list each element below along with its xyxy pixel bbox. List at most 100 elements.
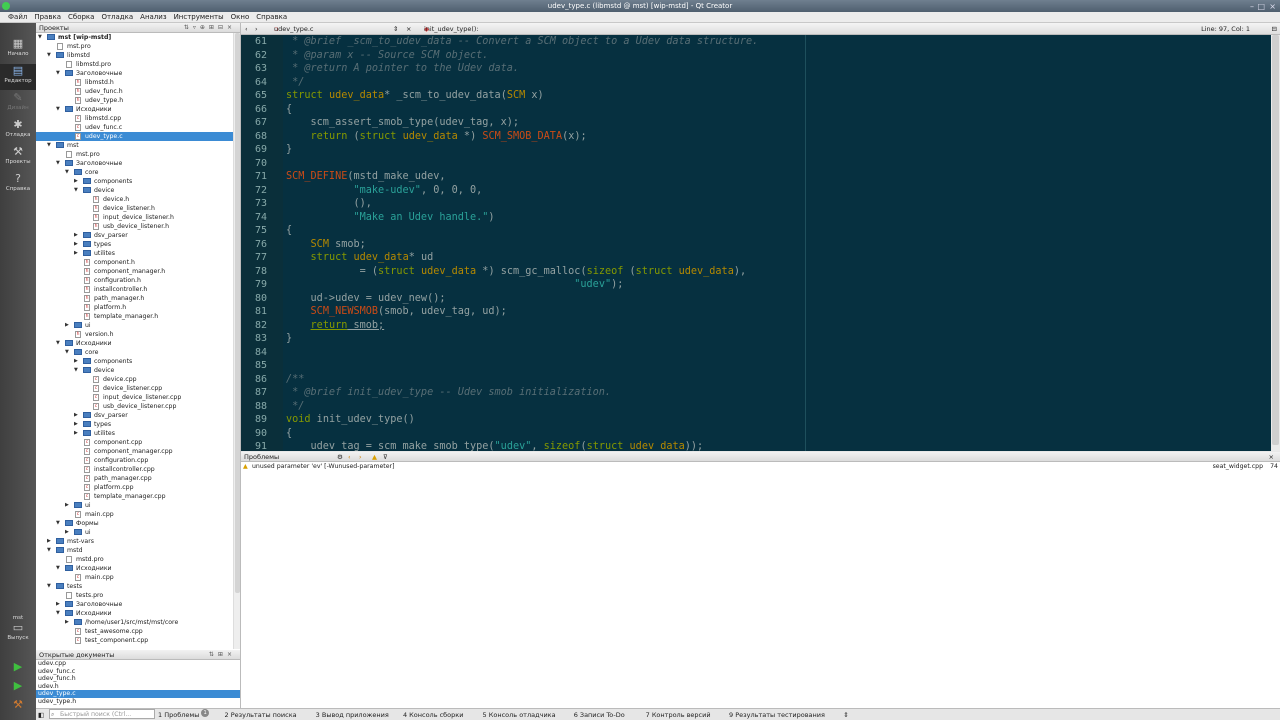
tree-item[interactable]: ▼ Исходники — [36, 564, 233, 573]
tree-item[interactable]: ▶ ui — [36, 501, 233, 510]
menu-item[interactable]: Инструменты — [172, 12, 229, 22]
expand-arrow-icon[interactable]: ▼ — [74, 366, 78, 375]
code-line[interactable]: return smob; — [286, 320, 385, 331]
tree-item[interactable]: ▼ Исходники — [36, 105, 233, 114]
expand-arrow-icon[interactable]: ▼ — [47, 546, 51, 555]
open-document-item[interactable]: udev_func.h — [36, 675, 240, 683]
code-line[interactable]: SCM smob; — [286, 239, 366, 250]
output-pane-tab[interactable]: 6 Записи To-Do — [574, 709, 625, 720]
tree-item[interactable]: h path_manager.h — [36, 294, 233, 303]
code-line[interactable]: void init_udev_type() — [286, 414, 415, 425]
code-line[interactable]: "make-udev", 0, 0, 0, — [286, 185, 482, 196]
code-line[interactable]: "udev"); — [286, 279, 623, 290]
output-pane-tab[interactable]: 2 Результаты поиска — [225, 709, 297, 720]
kit-selector[interactable]: mst ▭ Выпуск — [0, 615, 36, 649]
build-button[interactable]: ⚒ — [9, 698, 27, 714]
sidebar-toggle-icon[interactable]: ◧ — [38, 709, 44, 720]
collapse-arrow-icon[interactable]: ▶ — [65, 501, 69, 510]
code-line[interactable]: = (struct udev_data *) scm_gc_malloc(siz… — [286, 266, 747, 277]
expand-arrow-icon[interactable]: ▼ — [38, 33, 42, 42]
code-line[interactable]: { — [286, 428, 292, 439]
locator-search-input[interactable]: ⌕ Быстрый поиск (Ctrl... — [49, 709, 155, 719]
code-line[interactable]: */ — [286, 401, 304, 412]
tree-item[interactable]: c main.cpp — [36, 573, 233, 582]
output-pane-tab[interactable]: 4 Консоль сборки — [403, 709, 464, 720]
next-icon[interactable]: › — [359, 452, 362, 462]
expand-arrow-icon[interactable]: ▼ — [56, 105, 60, 114]
tree-item[interactable]: ▼ core — [36, 348, 233, 357]
tree-item[interactable]: h platform.h — [36, 303, 233, 312]
tree-item[interactable]: ▶ /home/user1/src/mst/mst/core — [36, 618, 233, 627]
tree-item[interactable]: c component_manager.cpp — [36, 447, 233, 456]
tree-item[interactable]: ▼ mstd — [36, 546, 233, 555]
editor-scrollbar[interactable] — [1271, 35, 1280, 451]
funnel-icon[interactable]: ⊽ — [383, 452, 388, 462]
mode-projects[interactable]: ⚒ Проекты — [0, 145, 36, 171]
collapse-arrow-icon[interactable]: ▶ — [65, 528, 69, 537]
menu-item[interactable]: Отладка — [99, 12, 138, 22]
tree-item[interactable]: c component.cpp — [36, 438, 233, 447]
expand-arrow-icon[interactable]: ▼ — [65, 168, 69, 177]
menu-item[interactable]: Справка — [254, 12, 292, 22]
tree-item[interactable]: ▼ device — [36, 366, 233, 375]
tree-item[interactable]: ▶ Заголовочные — [36, 600, 233, 609]
collapse-arrow-icon[interactable]: ▶ — [65, 618, 69, 627]
menu-item[interactable]: Сборка — [66, 12, 99, 22]
nav-forward-icon[interactable]: › — [255, 23, 258, 35]
tree-item[interactable]: h device_listener.h — [36, 204, 233, 213]
tree-item[interactable]: libmstd.pro — [36, 60, 233, 69]
expand-arrow-icon[interactable]: ▼ — [47, 141, 51, 150]
tree-item[interactable]: h component_manager.h — [36, 267, 233, 276]
split-icon[interactable]: ⊟ — [1272, 23, 1277, 35]
tree-item[interactable]: ▼ libmstd — [36, 51, 233, 60]
menu-item[interactable]: Файл — [6, 12, 32, 22]
mode-help[interactable]: ? Справка — [0, 172, 36, 198]
collapse-arrow-icon[interactable]: ▶ — [74, 231, 78, 240]
collapse-arrow-icon[interactable]: ▶ — [74, 429, 78, 438]
code-line[interactable]: * @return A pointer to the Udev data. — [286, 63, 519, 74]
tree-item[interactable]: h template_manager.h — [36, 312, 233, 321]
tree-item[interactable]: ▼ tests — [36, 582, 233, 591]
tree-item[interactable]: ▶ types — [36, 420, 233, 429]
expand-arrow-icon[interactable]: ▼ — [47, 582, 51, 591]
tree-item[interactable]: ▼ mst — [36, 141, 233, 150]
menu-item[interactable]: Анализ — [138, 12, 171, 22]
code-line[interactable]: struct udev_data* _scm_to_udev_data(SCM … — [286, 90, 544, 101]
collapse-arrow-icon[interactable]: ▶ — [56, 600, 60, 609]
tree-item[interactable]: c path_manager.cpp — [36, 474, 233, 483]
mode-editor[interactable]: ▤ Редактор — [0, 64, 36, 90]
tree-scrollbar[interactable] — [233, 33, 240, 649]
code-line[interactable]: struct udev_data* ud — [286, 252, 434, 263]
tree-item[interactable]: ▼ Исходники — [36, 339, 233, 348]
expand-arrow-icon[interactable]: ▼ — [56, 564, 60, 573]
expand-arrow-icon[interactable]: ▼ — [56, 69, 60, 78]
code-line[interactable]: { — [286, 104, 292, 115]
tree-item[interactable]: ▼ Формы — [36, 519, 233, 528]
problem-row[interactable]: ▲ unused parameter 'ev' [-Wunused-parame… — [241, 462, 1280, 471]
code-line[interactable]: } — [286, 333, 292, 344]
code-line[interactable]: */ — [286, 77, 304, 88]
tree-item[interactable]: mstd.pro — [36, 555, 233, 564]
tree-item[interactable]: c test_awesome.cpp — [36, 627, 233, 636]
close-document-icon[interactable]: × — [406, 23, 411, 35]
debug-run-button[interactable]: ▶ — [9, 679, 27, 695]
code-editor[interactable]: 61 62 63 64 65 66 67 68 69 70 71 72 73 74 75 76 77 78 79 80… — [241, 35, 1280, 451]
tree-item[interactable]: h udev_func.h — [36, 87, 233, 96]
tree-item[interactable]: ▼ device — [36, 186, 233, 195]
code-line[interactable]: scm_assert_smob_type(udev_tag, x); — [286, 117, 520, 128]
tree-item[interactable]: c device.cpp — [36, 375, 233, 384]
run-button[interactable]: ▶ — [9, 660, 27, 676]
tree-item[interactable]: c platform.cpp — [36, 483, 233, 492]
collapse-arrow-icon[interactable]: ▶ — [74, 177, 78, 186]
tree-item[interactable]: c udev_type.c — [36, 132, 233, 141]
cursor-position[interactable]: Line: 97, Col: 1 — [1201, 23, 1250, 35]
code-line[interactable]: /** — [286, 374, 304, 385]
output-pane-tab[interactable]: 9 Результаты тестирования — [729, 709, 825, 720]
panel-tools-icon[interactable]: ⇅⊞× — [209, 650, 236, 660]
tree-item[interactable]: c test_component.cpp — [36, 636, 233, 645]
code-line[interactable]: (), — [286, 198, 371, 209]
code-line[interactable]: * @param x -- Source SCM object. — [286, 50, 488, 61]
tree-item[interactable]: c configuration.cpp — [36, 456, 233, 465]
tree-item[interactable]: ▼ mst [wip-mstd] — [36, 33, 233, 42]
tree-item[interactable]: ▶ dsv_parser — [36, 231, 233, 240]
